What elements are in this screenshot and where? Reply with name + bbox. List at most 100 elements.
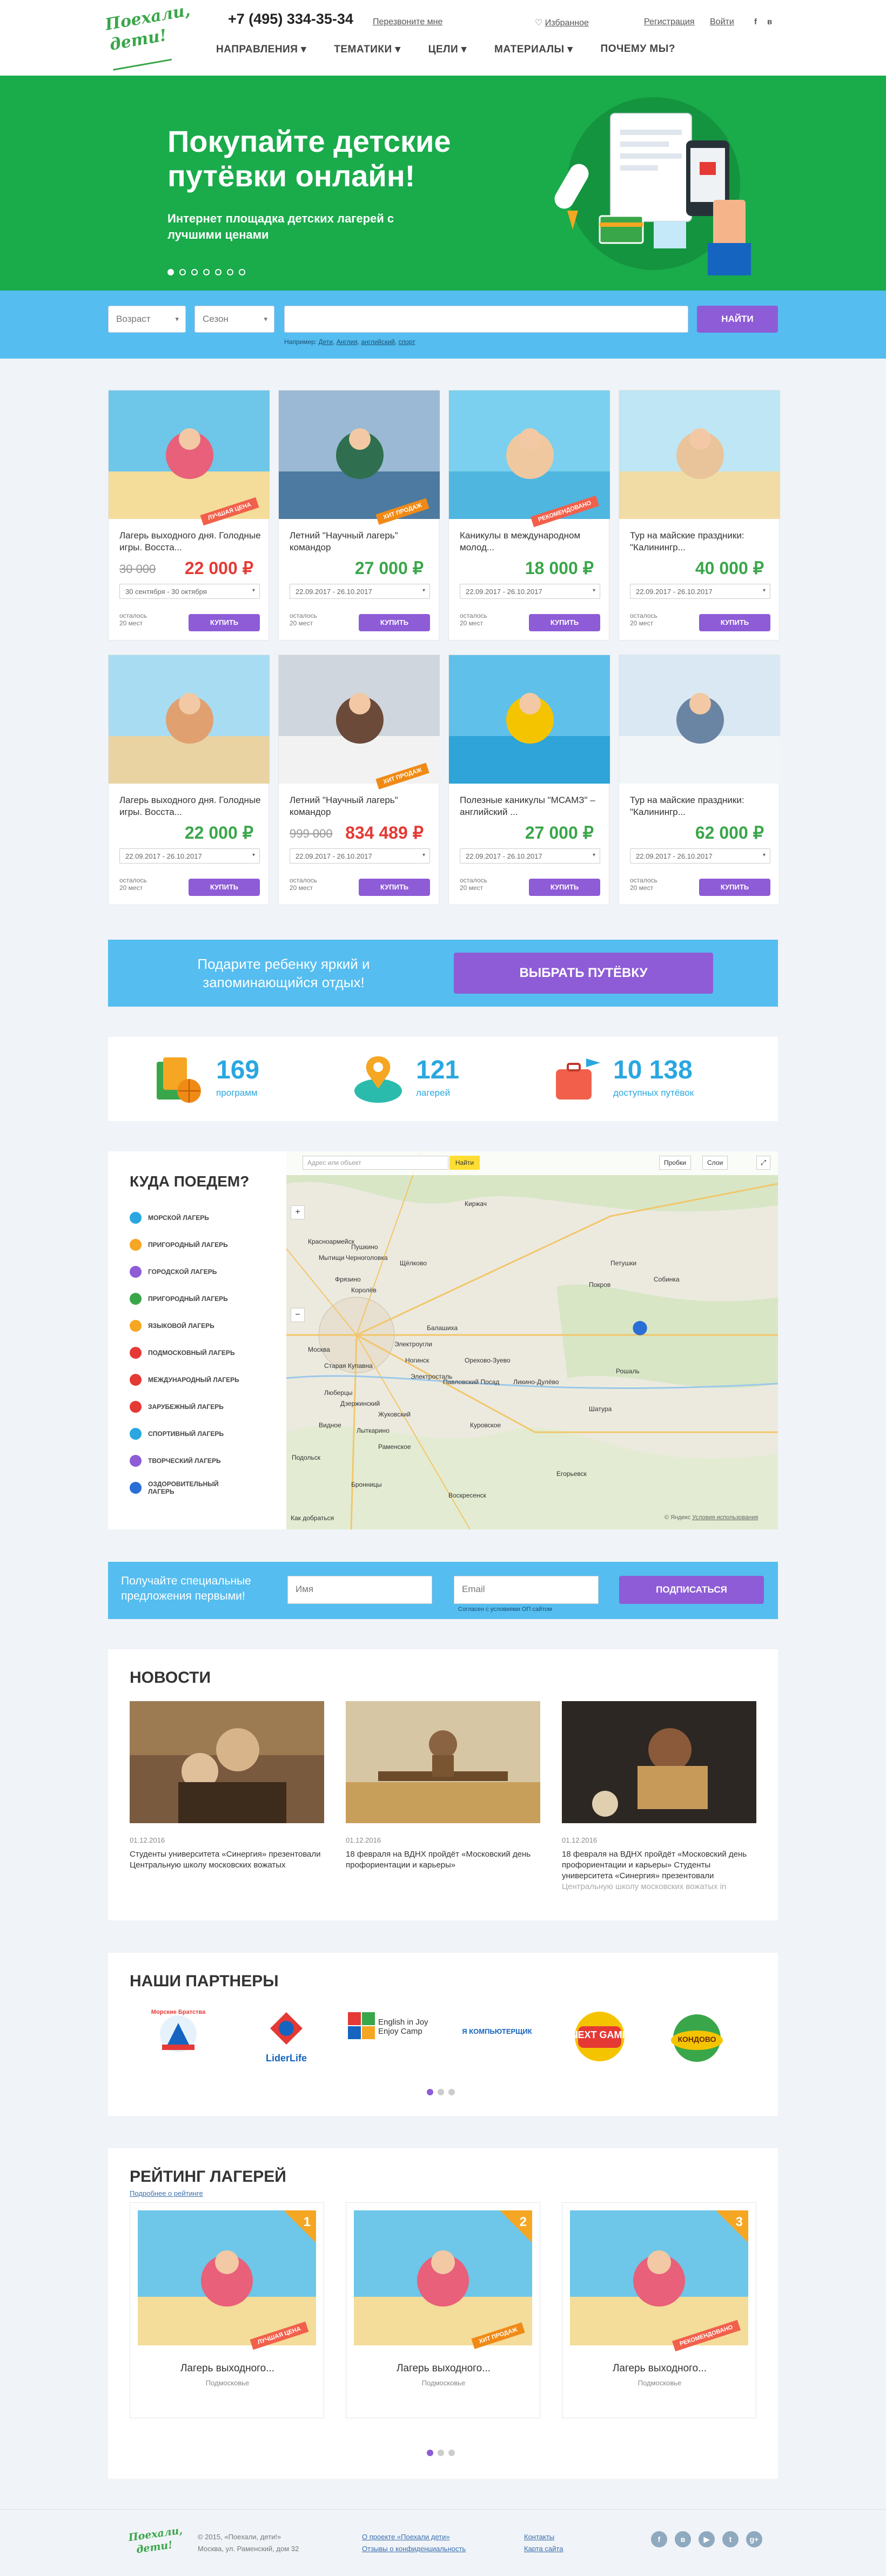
card-dates-select[interactable]: 22.09.2017 - 26.10.2017 ▾: [630, 848, 770, 864]
slider-dot[interactable]: [191, 269, 198, 275]
camp-card[interactable]: Тур на майские праздники: "Калинингр... …: [619, 390, 780, 640]
facebook-icon[interactable]: f: [754, 17, 757, 26]
slider-dot[interactable]: [179, 269, 186, 275]
footer-logo[interactable]: Поехали, дети!: [127, 2525, 183, 2564]
favorites-link[interactable]: ♡ Избранное: [535, 17, 589, 28]
card-title[interactable]: Лагерь выходного дня. Голодные игры. Вос…: [119, 530, 265, 554]
subscribe-agree[interactable]: Согласен с условиями ОП сайтом: [458, 1606, 552, 1613]
zoom-in-button[interactable]: +: [291, 1205, 305, 1219]
footer-sitemap-link[interactable]: Карта сайта: [524, 2543, 563, 2555]
partner-logo[interactable]: Морские Братства: [140, 2007, 216, 2066]
nav-directions[interactable]: НАПРАВЛЕНИЯ ▾: [216, 43, 306, 63]
subscribe-button[interactable]: ПОДПИСАТЬСЯ: [619, 1576, 764, 1604]
footer-contacts-link[interactable]: Контакты: [524, 2531, 563, 2543]
partner-logo[interactable]: English in Joy Enjoy Camp: [346, 2007, 443, 2066]
googleplus-icon[interactable]: g+: [746, 2531, 762, 2547]
age-select[interactable]: Возраст ▾: [108, 306, 186, 333]
camp-card[interactable]: Полезные каникулы "МСАМЗ" – английский .…: [448, 655, 610, 905]
category-item[interactable]: ГОРОДСКОЙ ЛАГЕРЬ: [130, 1264, 240, 1280]
map-canvas[interactable]: [286, 1151, 778, 1529]
traffic-button[interactable]: Пробки: [659, 1156, 691, 1170]
rating-more-link[interactable]: Подробнее о рейтинге: [130, 2189, 203, 2197]
hint-link[interactable]: Дети: [319, 338, 333, 346]
card-dates-select[interactable]: 22.09.2017 - 26.10.2017 ▾: [460, 848, 600, 864]
route-link[interactable]: Как добраться: [291, 1514, 334, 1522]
layers-button[interactable]: Слои: [702, 1156, 728, 1170]
page-dot[interactable]: [448, 2089, 455, 2095]
news-item[interactable]: 01.12.2016 18 февраля на ВДНХ пройдёт «М…: [346, 1701, 540, 1885]
search-input[interactable]: [284, 306, 688, 333]
facebook-icon[interactable]: f: [651, 2531, 667, 2547]
category-item[interactable]: СПОРТИВНЫЙ ЛАГЕРЬ: [130, 1426, 240, 1442]
page-dot[interactable]: [427, 2089, 433, 2095]
camp-card[interactable]: РЕКОМЕНДОВАНО Каникулы в международном м…: [448, 390, 610, 640]
slider-dot[interactable]: [203, 269, 210, 275]
buy-button[interactable]: КУПИТЬ: [359, 614, 430, 631]
buy-button[interactable]: КУПИТЬ: [699, 879, 770, 896]
vk-icon[interactable]: в: [675, 2531, 691, 2547]
slider-dot[interactable]: [227, 269, 233, 275]
card-dates-select[interactable]: 22.09.2017 - 26.10.2017 ▾: [290, 848, 430, 864]
category-item[interactable]: ПОДМОСКОВНЫЙ ЛАГЕРЬ: [130, 1345, 240, 1361]
partner-logo[interactable]: Я КОМПЬЮТЕРЩИК: [454, 2007, 540, 2066]
card-dates-select[interactable]: 22.09.2017 - 26.10.2017 ▾: [460, 584, 600, 599]
category-item[interactable]: ОЗДОРОВИТЕЛЬНЫЙ ЛАГЕРЬ: [130, 1480, 240, 1496]
rating-card[interactable]: 2 ХИТ ПРОДАЖ Лагерь выходного... Подмоск…: [346, 2202, 540, 2418]
card-title[interactable]: Летний "Научный лагерь" командор: [290, 530, 435, 554]
buy-button[interactable]: КУПИТЬ: [359, 879, 430, 896]
zoom-out-button[interactable]: −: [291, 1308, 305, 1322]
news-item[interactable]: 01.12.2016 18 февраля на ВДНХ пройдёт «М…: [562, 1701, 756, 1891]
card-title[interactable]: Полезные каникулы "МСАМЗ" – английский .…: [460, 794, 606, 818]
partner-logo[interactable]: LiderLife: [249, 2007, 324, 2066]
youtube-icon[interactable]: ▶: [699, 2531, 715, 2547]
name-input[interactable]: Имя: [287, 1576, 432, 1604]
choose-trip-button[interactable]: ВЫБРАТЬ ПУТЁВКУ: [454, 953, 713, 994]
card-image[interactable]: [279, 390, 440, 519]
nav-why-us[interactable]: ПОЧЕМУ МЫ?: [601, 43, 675, 63]
hint-link[interactable]: Англия: [337, 338, 358, 346]
buy-button[interactable]: КУПИТЬ: [189, 879, 260, 896]
email-input[interactable]: Email: [454, 1576, 599, 1604]
fullscreen-icon[interactable]: ⤢: [756, 1156, 770, 1170]
page-dot[interactable]: [427, 2450, 433, 2456]
buy-button[interactable]: КУПИТЬ: [529, 614, 600, 631]
card-dates-select[interactable]: 30 сентября - 30 октября ▾: [119, 584, 260, 599]
map-search-input[interactable]: Адрес или объект: [303, 1156, 448, 1170]
category-item[interactable]: ЯЗЫКОВОЙ ЛАГЕРЬ: [130, 1318, 240, 1334]
twitter-icon[interactable]: t: [722, 2531, 739, 2547]
footer-about-link[interactable]: О проекте «Поехали дети»: [362, 2531, 466, 2543]
category-item[interactable]: ПРИГОРОДНЫЙ ЛАГЕРЬ: [130, 1237, 240, 1253]
nav-goals[interactable]: ЦЕЛИ ▾: [428, 43, 467, 63]
card-dates-select[interactable]: 22.09.2017 - 26.10.2017 ▾: [630, 584, 770, 599]
camp-card[interactable]: ЛУЧШАЯ ЦЕНА Лагерь выходного дня. Голодн…: [108, 390, 270, 640]
buy-button[interactable]: КУПИТЬ: [189, 614, 260, 631]
news-item[interactable]: 01.12.2016 Студенты университета «Синерг…: [130, 1701, 324, 1885]
camp-card[interactable]: ХИТ ПРОДАЖ Летний "Научный лагерь" коман…: [278, 655, 440, 905]
slider-dot[interactable]: [167, 269, 174, 275]
phone-number[interactable]: +7 (495) 334-35-34: [228, 11, 353, 28]
category-item[interactable]: МЕЖДУНАРОДНЫЙ ЛАГЕРЬ: [130, 1372, 240, 1388]
category-item[interactable]: МОРСКОЙ ЛАГЕРЬ: [130, 1210, 240, 1226]
nav-topics[interactable]: ТЕМАТИКИ ▾: [334, 43, 400, 63]
category-item[interactable]: ЗАРУБЕЖНЫЙ ЛАГЕРЬ: [130, 1399, 240, 1415]
card-title[interactable]: Каникулы в международном молод...: [460, 530, 606, 554]
find-button[interactable]: НАЙТИ: [697, 306, 778, 333]
callback-link[interactable]: Перезвоните мне: [373, 17, 442, 27]
card-image[interactable]: [619, 655, 780, 784]
card-title[interactable]: Летний "Научный лагерь" командор: [290, 794, 435, 818]
logo[interactable]: Поехали, дети!: [103, 1, 192, 71]
category-item[interactable]: ПРИГОРОДНЫЙ ЛАГЕРЬ: [130, 1291, 240, 1307]
slider-dot[interactable]: [239, 269, 245, 275]
register-link[interactable]: Регистрация: [644, 17, 695, 27]
camp-card[interactable]: Тур на майские праздники: "Калинингр... …: [619, 655, 780, 905]
map-marker-icon[interactable]: ⬤: [632, 1319, 648, 1336]
hint-link[interactable]: английский: [361, 338, 394, 346]
buy-button[interactable]: КУПИТЬ: [529, 879, 600, 896]
footer-legal-link[interactable]: Отзывы о конфиденциальность: [362, 2543, 466, 2555]
card-image[interactable]: [109, 390, 270, 519]
card-image[interactable]: [449, 655, 610, 784]
card-title[interactable]: Лагерь выходного дня. Голодные игры. Вос…: [119, 794, 265, 818]
card-image[interactable]: [109, 655, 270, 784]
camp-card[interactable]: Лагерь выходного дня. Голодные игры. Вос…: [108, 655, 270, 905]
map[interactable]: Адрес или объект Найти Пробки Слои ⤢ + −…: [286, 1151, 778, 1529]
